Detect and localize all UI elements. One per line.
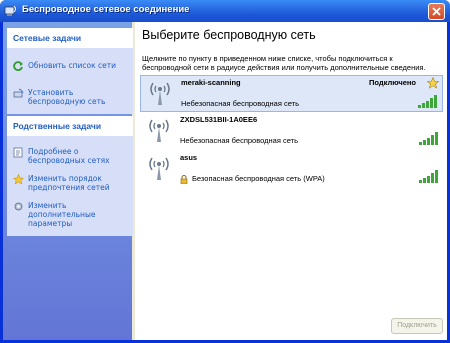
- network-name: ZXDSL531BII-1A0EE6: [180, 115, 258, 124]
- task-label: Обновить список сети: [28, 61, 116, 70]
- wireless-setup-icon: [13, 88, 24, 98]
- task-label: Установить беспроводную сеть: [28, 88, 106, 106]
- star-icon: [13, 174, 24, 185]
- network-name: meraki-scanning: [181, 78, 241, 87]
- network-item-zxdsl531bii[interactable]: ZXDSL531BII-1A0EE6 Небезопасная беспрово…: [140, 113, 443, 150]
- title-bar[interactable]: Беспроводное сетевое соединение: [0, 0, 450, 22]
- signal-strength-icon: [419, 170, 438, 183]
- wireless-antenna-icon: [149, 119, 169, 142]
- network-tasks-group: Сетевые задачи Обновить список сети Уста…: [7, 28, 133, 114]
- security-status: Безопасная беспроводная сеть (WPA): [192, 174, 325, 183]
- page-description: Щелкните по пункту в приведенном ниже сп…: [142, 54, 426, 72]
- security-status: Небезопасная беспроводная сеть: [181, 99, 299, 108]
- connect-button[interactable]: Подключить: [391, 318, 443, 334]
- close-icon: [432, 7, 441, 16]
- task-label: Подробнее о беспроводных сетях: [28, 147, 110, 165]
- wireless-connection-window: Беспроводное сетевое соединение Сетевые …: [0, 0, 450, 343]
- page-title: Выберите беспроводную сеть: [142, 28, 316, 42]
- related-tasks-group: Родственные задачи Подробнее о беспровод…: [7, 116, 133, 236]
- related-tasks-heading: Родственные задачи: [7, 116, 133, 136]
- window-title: Беспроводное сетевое соединение: [22, 4, 190, 15]
- signal-strength-icon: [418, 95, 437, 108]
- task-label: Изменить порядок предпочтения сетей: [28, 174, 110, 192]
- star-icon: [427, 77, 439, 89]
- main-panel: Выберите беспроводную сеть Щелкните по п…: [135, 22, 447, 340]
- settings-icon: [14, 202, 23, 211]
- task-pane: Сетевые задачи Обновить список сети Уста…: [3, 22, 133, 340]
- security-status: Небезопасная беспроводная сеть: [180, 136, 298, 145]
- info-icon: [13, 147, 23, 158]
- signal-strength-icon: [419, 132, 438, 145]
- window-client-area: Сетевые задачи Обновить список сети Уста…: [3, 22, 447, 340]
- wireless-antenna-icon: [149, 157, 169, 180]
- close-button[interactable]: [428, 3, 445, 20]
- network-tasks-heading: Сетевые задачи: [7, 28, 133, 48]
- wireless-antenna-icon: [150, 82, 170, 105]
- refresh-icon: [13, 61, 23, 71]
- wireless-network-icon: [4, 5, 16, 16]
- network-name: asus: [180, 153, 198, 162]
- network-item-meraki-scanning[interactable]: meraki-scanning Подключено Небезопасная …: [140, 75, 443, 112]
- lock-icon: [180, 175, 188, 184]
- connection-status: Подключено: [369, 78, 416, 87]
- network-list[interactable]: meraki-scanning Подключено Небезопасная …: [140, 75, 443, 188]
- network-item-asus[interactable]: asus Безопасная беспроводная сеть (WPA): [140, 151, 443, 188]
- task-label: Изменить дополнительные параметры: [28, 201, 96, 228]
